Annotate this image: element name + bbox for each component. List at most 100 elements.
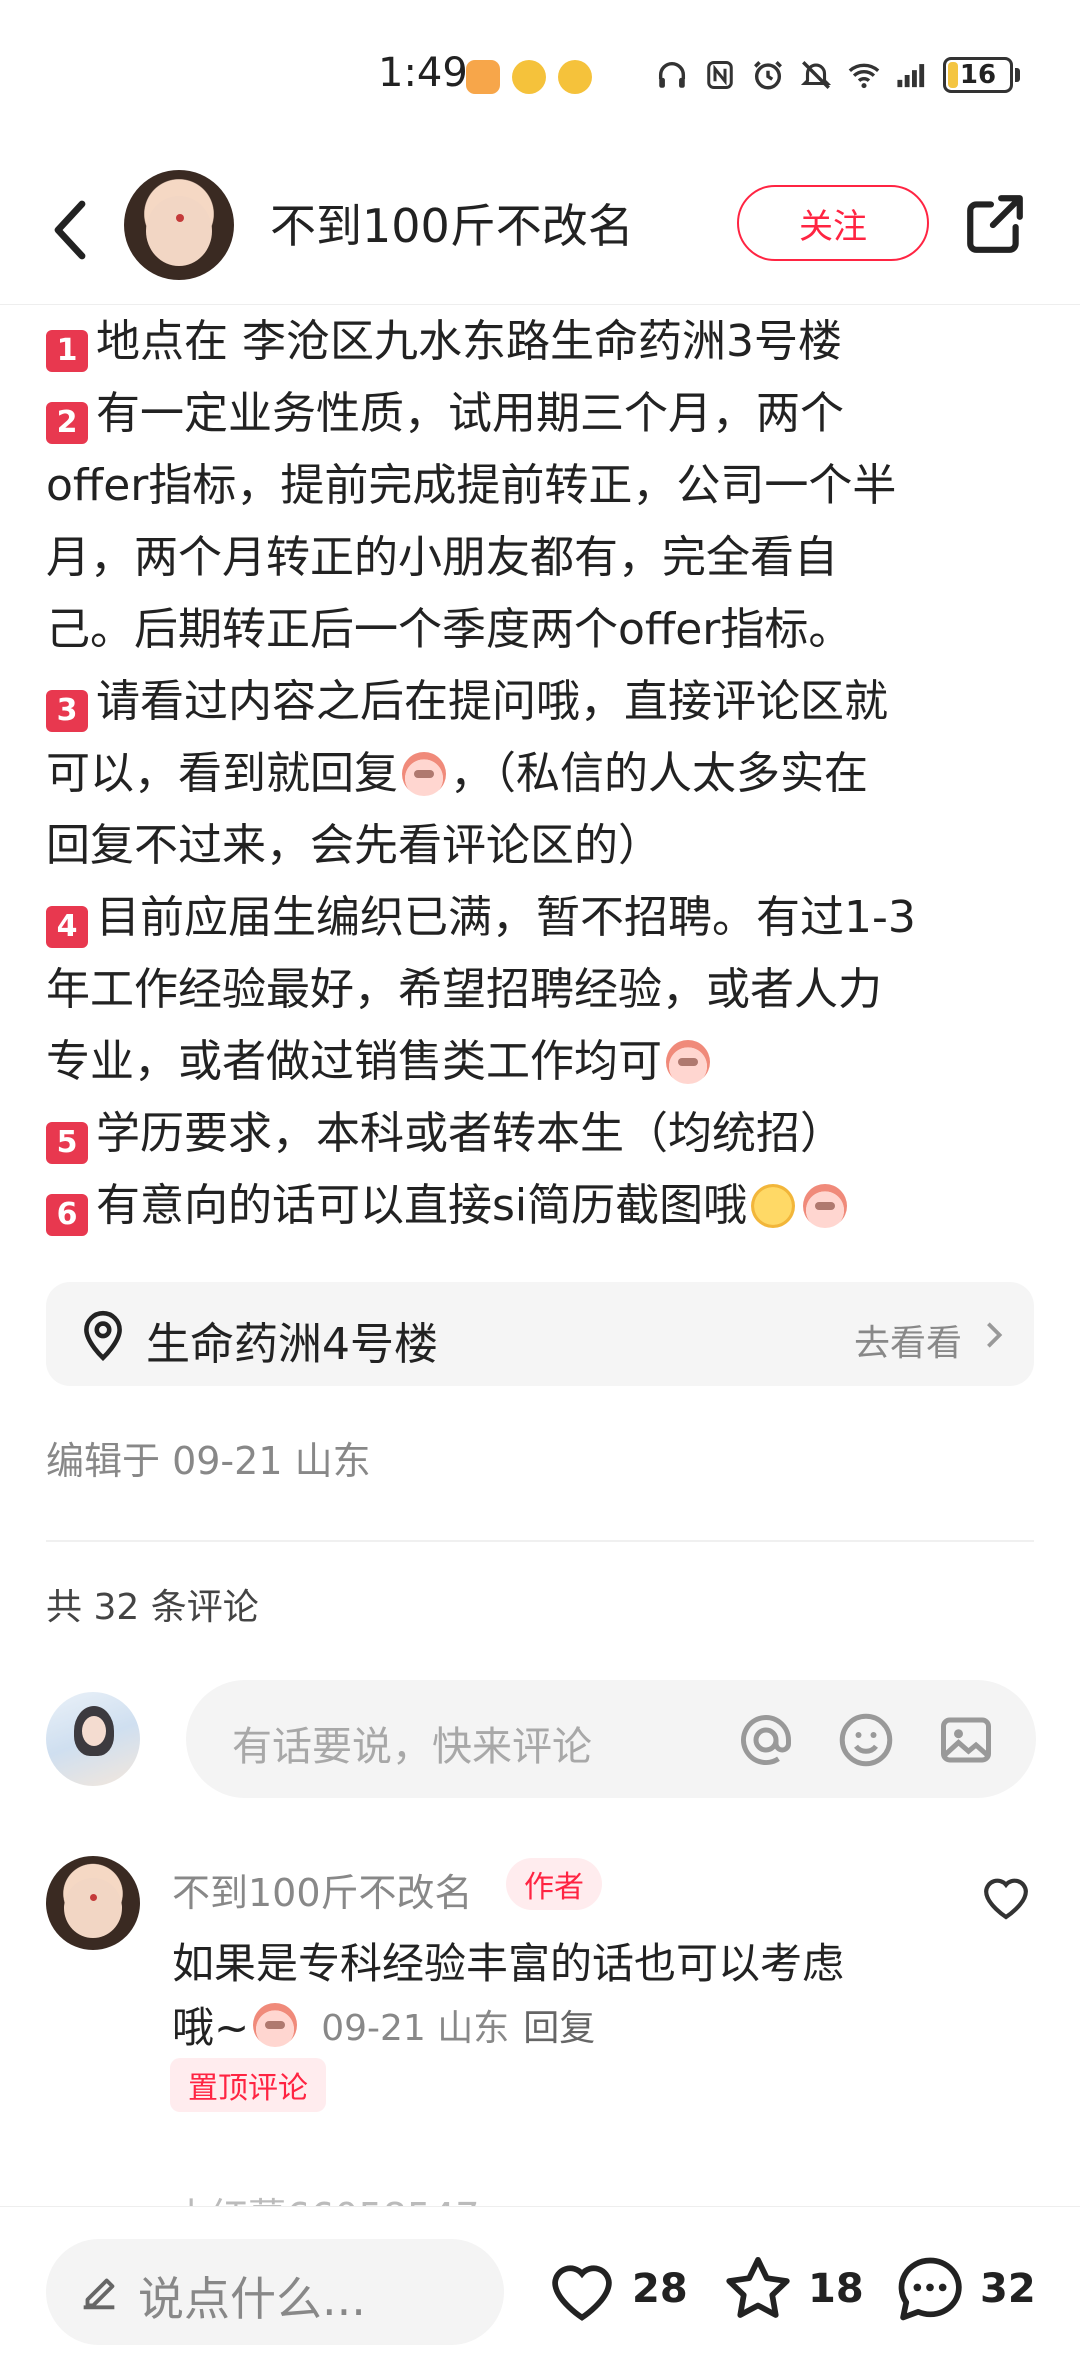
comment-text: 如果是专科经验丰富的话也可以考虑 [172,1939,845,1988]
post-text: 己。后期转正后一个季度两个offer指标。 [46,604,853,655]
avatar-dot [90,1894,97,1901]
location-pin-icon [84,1310,122,1361]
heart-icon [552,2265,612,2321]
commenter-name[interactable]: 小红薯66058547 [172,2186,479,2208]
commenter-name[interactable]: 不到100斤不改名 [172,1862,473,1917]
chevron-left-icon [54,200,86,260]
post-line: 1 地点在 李沧区九水东路生命药洲3号楼 [46,306,1036,378]
post-text: offer指标，提前完成提前转正，公司一个半 [46,460,897,511]
peach-emoji-icon [402,752,446,796]
post-content: 1 地点在 李沧区九水东路生命药洲3号楼 2 有一定业务性质，试用期三个月，两个 o… [46,306,1036,1242]
number-badge: 4 [46,906,88,948]
location-card[interactable]: 生命药洲4号楼 去看看 [46,1282,1034,1386]
chevron-right-icon [987,1322,1003,1348]
post-text: 请看过内容之后在提问哦，直接评论区就 [96,676,888,727]
post-text: 回复不过来，会先看评论区的） [46,820,662,871]
follow-button[interactable]: 关注 [737,185,929,261]
app-notification-icon [466,60,500,94]
post-line: 6 有意向的话可以直接si简历截图哦 [46,1170,1036,1242]
post-text: 目前应届生编织已满，暂不招聘。有过1-3 [96,892,916,943]
status-bar: 1:49 16 [0,0,1080,150]
post-line: 3 请看过内容之后在提问哦，直接评论区就 [46,666,1036,738]
say-something-input[interactable]: 说点什么... [46,2239,504,2345]
emoji-icon[interactable] [836,1710,896,1770]
comment-count: 共 32 条评论 [46,1587,259,1628]
post-text: 有一定业务性质，试用期三个月，两个 [96,388,844,439]
number-badge: 6 [46,1194,88,1236]
avatar-face [82,1716,106,1746]
post-text: ，（私信的人太多实在 [450,748,868,799]
back-button[interactable] [40,190,100,270]
commenter-avatar[interactable] [46,1856,140,1950]
nfc-icon [703,56,737,94]
post-line: 可以，看到就回复 ，（私信的人太多实在 [46,738,1036,810]
weibo-icon [512,60,546,94]
post-text: 地点在 李沧区九水东路生命药洲3号楼 [96,316,842,367]
avatar-face [64,1878,122,1938]
comment-count-bottom: 32 [980,2266,1036,2312]
mute-icon [799,56,833,94]
post-line: 回复不过来，会先看评论区的） [46,810,1036,882]
notification-icons [466,60,592,94]
post-line: 5 学历要求，本科或者转本生（均统招） [46,1098,1036,1170]
comment-meta: 09-21 山东 [321,2007,510,2049]
wifi-icon [847,56,881,94]
post-line: 2 有一定业务性质，试用期三个月，两个 [46,378,1036,450]
author-avatar[interactable] [124,170,234,280]
pinned-tag: 置顶评论 [170,2058,326,2112]
bottom-bar: 说点什么... 28 18 32 [0,2206,1080,2376]
at-icon[interactable] [736,1710,796,1770]
comment-text: 哦~ [172,2003,250,2052]
heart-icon[interactable] [978,1870,1034,1922]
post-text: 有意向的话可以直接si简历截图哦 [96,1180,748,1231]
post-line: 专业，或者做过销售类工作均可 [46,1026,1036,1098]
share-icon [967,195,1023,253]
system-icons: 16 [655,56,1020,94]
peach-emoji-icon [666,1040,710,1084]
divider [46,1540,1034,1542]
location-name: 生命药洲4号楼 [146,1319,438,1370]
author-tag: 作者 [506,1858,602,1910]
signal-icon [895,56,929,94]
reply-button[interactable]: 回复 [523,1999,595,2051]
my-avatar [46,1692,140,1786]
battery-cap [1015,68,1020,82]
comment-text-line2: 哦~ 09-21 山东 回复 [172,1994,595,2055]
comment-placeholder: 有话要说，快来评论 [232,1724,592,1770]
share-button[interactable] [962,190,1028,256]
image-icon[interactable] [936,1710,996,1770]
location-action[interactable]: 去看看 [854,1314,962,1366]
post-line: 己。后期转正后一个季度两个offer指标。 [46,594,1036,666]
peach-emoji-icon [803,1184,848,1228]
post-text: 年工作经验最好，希望招聘经验，或者人力 [46,964,882,1015]
weibo-icon [558,60,592,94]
post-text: 专业，或者做过销售类工作均可 [46,1036,662,1087]
number-badge: 2 [46,402,88,444]
status-time: 1:49 [378,50,468,96]
author-name[interactable]: 不到100斤不改名 [270,190,634,256]
post-header: 不到100斤不改名 关注 [0,160,1080,305]
edit-info: 编辑于 09-21 山东 [46,1439,371,1483]
pencil-icon [83,2278,115,2310]
avatar-dot [176,214,184,222]
post-text: 学历要求，本科或者转本生（均统招） [96,1108,844,1159]
battery-indicator: 16 [943,57,1013,93]
post-line: 年工作经验最好，希望招聘经验，或者人力 [46,954,1036,1026]
peach-emoji-icon [253,2002,298,2047]
smile-emoji-icon [751,1184,796,1228]
post-line: 月，两个月转正的小朋友都有，完全看自 [46,522,1036,594]
like-button[interactable]: 28 [544,2251,688,2327]
favorite-button[interactable]: 18 [720,2251,864,2327]
number-badge: 1 [46,330,88,372]
comment-input[interactable]: 有话要说，快来评论 [186,1680,1036,1798]
comment-icon [898,2257,962,2321]
like-count: 28 [632,2266,688,2312]
number-badge: 5 [46,1122,88,1164]
number-badge: 3 [46,690,88,732]
post-line: 4 目前应届生编织已满，暂不招聘。有过1-3 [46,882,1036,954]
post-text: 月，两个月转正的小朋友都有，完全看自 [46,532,838,583]
avatar-face [146,196,212,266]
battery-level-text: 16 [959,60,997,90]
comment-button[interactable]: 32 [892,2251,1036,2327]
favorite-count: 18 [808,2266,864,2312]
